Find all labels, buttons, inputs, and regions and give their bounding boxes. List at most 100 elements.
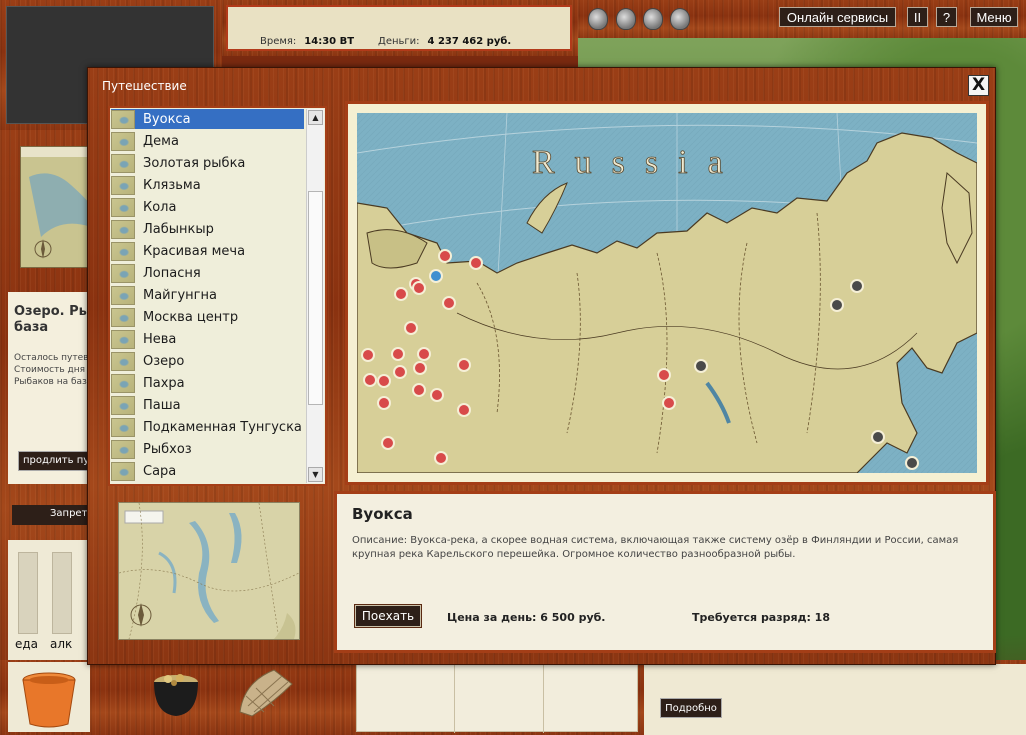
location-marker[interactable]: [412, 281, 426, 295]
russia-map[interactable]: Russia: [357, 113, 977, 473]
daily-price: Цена за день: 6 500 руб.: [447, 611, 606, 624]
location-marker[interactable]: [412, 383, 426, 397]
locked-location-marker[interactable]: [871, 430, 885, 444]
location-item[interactable]: Золотая рыбка: [111, 153, 304, 173]
location-thumbnail-icon: [111, 329, 135, 349]
time-label: Время:: [260, 36, 297, 47]
location-marker[interactable]: [430, 388, 444, 402]
potion-icon[interactable]: [588, 8, 608, 30]
potion-icon[interactable]: [643, 8, 663, 30]
location-item-label: Вуокса: [143, 111, 191, 127]
location-item-label: Майгунгна: [143, 287, 217, 303]
location-marker[interactable]: [404, 321, 418, 335]
location-marker[interactable]: [657, 368, 671, 382]
location-thumbnail-icon: [111, 219, 135, 239]
location-item-label: Озеро: [143, 353, 185, 369]
location-item-label: Дема: [143, 133, 179, 149]
location-thumbnail-icon: [111, 417, 135, 437]
selected-location-marker[interactable]: [429, 269, 443, 283]
location-item-label: Подкаменная Тунгуска: [143, 419, 302, 435]
net-icon[interactable]: [234, 662, 300, 718]
location-card-title: Озеро. Ры база: [14, 304, 91, 335]
location-item[interactable]: Москва центр: [111, 307, 304, 327]
location-item-label: Клязьма: [143, 177, 201, 193]
location-marker[interactable]: [442, 296, 456, 310]
location-item-label: Кола: [143, 199, 177, 215]
location-item[interactable]: Лопасня: [111, 263, 304, 283]
scroll-down-icon[interactable]: ▼: [308, 467, 323, 482]
location-item[interactable]: Рыбхоз: [111, 439, 304, 459]
bucket-icon: [22, 672, 76, 728]
location-thumbnail-icon: [111, 285, 135, 305]
location-marker[interactable]: [361, 348, 375, 362]
location-item-label: Красивая меча: [143, 243, 246, 259]
location-marker[interactable]: [662, 396, 676, 410]
location-marker[interactable]: [434, 451, 448, 465]
location-item[interactable]: Озеро: [111, 351, 304, 371]
location-marker[interactable]: [391, 347, 405, 361]
go-button[interactable]: Поехать: [354, 604, 422, 628]
potion-icon[interactable]: [670, 8, 690, 30]
location-marker[interactable]: [394, 287, 408, 301]
pause-button[interactable]: II: [907, 7, 928, 27]
location-thumbnail-icon: [111, 461, 135, 481]
location-item[interactable]: Кола: [111, 197, 304, 217]
location-marker[interactable]: [469, 256, 483, 270]
location-marker[interactable]: [393, 365, 407, 379]
location-marker[interactable]: [363, 373, 377, 387]
menu-button[interactable]: Меню: [970, 7, 1018, 27]
location-marker[interactable]: [417, 347, 431, 361]
location-marker[interactable]: [381, 436, 395, 450]
location-item[interactable]: Майгунгна: [111, 285, 304, 305]
location-item[interactable]: Клязьма: [111, 175, 304, 195]
scroll-map-icon: [21, 147, 97, 259]
locked-location-marker[interactable]: [850, 279, 864, 293]
location-item[interactable]: Красивая меча: [111, 241, 304, 261]
location-list[interactable]: Вуокса Дема Золотая рыбка Клязьма Кола Лабынк…: [108, 106, 327, 486]
location-thumbnail-icon: [111, 109, 135, 129]
location-item[interactable]: Дема: [111, 131, 304, 151]
money-display: Деньги: 4 237 462 руб.: [378, 36, 511, 47]
location-marker[interactable]: [413, 361, 427, 375]
location-marker[interactable]: [457, 358, 471, 372]
scrollbar-thumb[interactable]: [308, 191, 323, 405]
scroll-up-icon[interactable]: ▲: [308, 110, 323, 125]
location-item[interactable]: Нева: [111, 329, 304, 349]
location-thumbnail-icon: [111, 153, 135, 173]
location-marker[interactable]: [438, 249, 452, 263]
close-button[interactable]: X: [968, 75, 989, 96]
potion-icon[interactable]: [616, 8, 636, 30]
location-marker[interactable]: [377, 374, 391, 388]
location-thumbnail-icon: [111, 175, 135, 195]
food-bar-label: еда: [15, 637, 39, 651]
location-thumbnail-icon: [111, 373, 135, 393]
location-item[interactable]: Вуокса: [111, 109, 304, 129]
location-item[interactable]: Сара: [111, 461, 304, 481]
locked-location-marker[interactable]: [905, 456, 919, 470]
location-item[interactable]: Паша: [111, 395, 304, 415]
online-services-button[interactable]: Онлайн сервисы: [779, 7, 896, 27]
world-map-scroll[interactable]: [20, 146, 97, 268]
pot-icon[interactable]: [146, 664, 206, 720]
location-item[interactable]: Подкаменная Тунгуска: [111, 417, 304, 437]
help-button[interactable]: ?: [936, 7, 957, 27]
location-item[interactable]: Пахра: [111, 373, 304, 393]
bucket-slot[interactable]: [8, 662, 90, 732]
locked-location-marker[interactable]: [830, 298, 844, 312]
location-marker[interactable]: [377, 396, 391, 410]
time-value: 14:30 ВТ: [304, 36, 355, 47]
list-scrollbar[interactable]: ▲ ▼: [306, 109, 324, 483]
location-marker[interactable]: [457, 403, 471, 417]
dialog-title: Путешествие: [102, 79, 187, 93]
location-thumbnail-icon: [111, 395, 135, 415]
location-item-label: Сара: [143, 463, 177, 479]
inventory-slots[interactable]: [356, 662, 638, 733]
location-item-label: Нева: [143, 331, 177, 347]
location-name: Вуокса: [352, 505, 413, 523]
money-value: 4 237 462 руб.: [427, 36, 512, 47]
location-thumbnail-icon: [111, 351, 135, 371]
location-thumbnail-icon: [111, 307, 135, 327]
location-item[interactable]: Лабынкыр: [111, 219, 304, 239]
locked-location-marker[interactable]: [694, 359, 708, 373]
details-button[interactable]: Подробно: [660, 698, 722, 718]
